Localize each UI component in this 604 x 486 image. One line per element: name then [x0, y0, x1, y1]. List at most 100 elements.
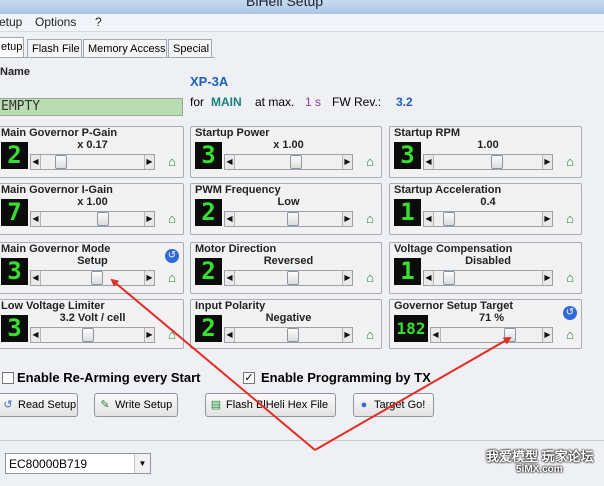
scroll-left-icon[interactable]: ◀: [31, 212, 41, 226]
scroll-right-icon[interactable]: ▶: [542, 328, 552, 342]
param-slider[interactable]: ◀ ▶: [224, 154, 353, 170]
param-slider[interactable]: ◀ ▶: [224, 211, 353, 227]
slider-thumb[interactable]: [443, 271, 455, 285]
scroll-left-icon[interactable]: ◀: [424, 212, 434, 226]
param-slider[interactable]: ◀ ▶: [430, 327, 553, 343]
default-value-icon[interactable]: ⌂: [165, 155, 179, 169]
tab-memory-access[interactable]: Memory Access: [83, 39, 167, 58]
param-slider[interactable]: ◀ ▶: [30, 211, 155, 227]
default-value-icon[interactable]: ⌂: [563, 212, 577, 226]
scroll-right-icon[interactable]: ▶: [144, 155, 154, 169]
default-value-icon[interactable]: ⌂: [363, 155, 377, 169]
window-title: BlHeli Setup: [246, 0, 324, 9]
scroll-right-icon[interactable]: ▶: [342, 271, 352, 285]
slider-thumb[interactable]: [504, 328, 516, 342]
slider-thumb[interactable]: [55, 155, 67, 169]
scroll-right-icon[interactable]: ▶: [144, 328, 154, 342]
param-title: Governor Setup Target: [394, 300, 513, 312]
menu-help[interactable]: ?: [95, 15, 102, 29]
scroll-left-icon[interactable]: ◀: [31, 328, 41, 342]
param-governor-mode: Main Governor Mode 3 Setup ◀ ▶ ⌂ ↺: [0, 242, 184, 294]
reset-icon[interactable]: ↺: [165, 249, 179, 263]
param-title: Main Governor P-Gain: [1, 127, 118, 139]
chevron-down-icon[interactable]: ▼: [134, 454, 150, 473]
slider-thumb[interactable]: [97, 212, 109, 226]
write-setup-button[interactable]: ✎ Write Setup: [94, 393, 178, 417]
scroll-left-icon[interactable]: ◀: [225, 328, 235, 342]
default-value-icon[interactable]: ⌂: [165, 212, 179, 226]
param-i-gain: Main Governor I-Gain 7 x 1.00 ◀ ▶ ⌂: [0, 183, 184, 235]
flash-hex-button[interactable]: ▤ Flash BlHeli Hex File: [205, 393, 336, 417]
param-governor-setup-target: Governor Setup Target 182 71 % ◀ ▶ ⌂ ↺: [389, 299, 582, 349]
target-go-button[interactable]: ● Target Go!: [353, 393, 434, 417]
scroll-right-icon[interactable]: ▶: [144, 271, 154, 285]
scroll-left-icon[interactable]: ◀: [431, 328, 441, 342]
esc-model: XP-3A: [190, 74, 229, 89]
param-display: 3: [1, 258, 28, 285]
scroll-left-icon[interactable]: ◀: [225, 155, 235, 169]
scroll-right-icon[interactable]: ▶: [144, 212, 154, 226]
param-slider[interactable]: ◀ ▶: [224, 270, 353, 286]
tx-programming-checkbox[interactable]: ✓: [243, 372, 255, 384]
read-setup-button[interactable]: ↺ Read Setup: [0, 393, 78, 417]
param-slider[interactable]: ◀ ▶: [224, 327, 353, 343]
default-value-icon[interactable]: ⌂: [563, 271, 577, 285]
param-slider[interactable]: ◀ ▶: [30, 154, 155, 170]
scroll-left-icon[interactable]: ◀: [225, 271, 235, 285]
param-title: Startup Acceleration: [394, 184, 502, 196]
default-value-icon[interactable]: ⌂: [563, 328, 577, 342]
scroll-left-icon[interactable]: ◀: [31, 155, 41, 169]
menu-setup[interactable]: etup: [0, 15, 22, 29]
param-display: 3: [195, 142, 222, 169]
slider-thumb[interactable]: [491, 155, 503, 169]
target-go-label: Target Go!: [374, 399, 426, 411]
menu-options[interactable]: Options: [35, 15, 76, 29]
title-bar: BlHeli Setup: [0, 0, 604, 14]
tab-setup[interactable]: etup: [0, 37, 24, 58]
default-value-icon[interactable]: ⌂: [165, 328, 179, 342]
tab-flash-file[interactable]: Flash File: [27, 39, 82, 58]
default-value-icon[interactable]: ⌂: [363, 212, 377, 226]
reset-icon[interactable]: ↺: [563, 306, 577, 320]
param-slider[interactable]: ◀ ▶: [30, 270, 155, 286]
scroll-left-icon[interactable]: ◀: [424, 155, 434, 169]
slider-thumb[interactable]: [287, 212, 299, 226]
param-title: Voltage Compensation: [394, 243, 513, 255]
name-label: Name: [0, 66, 30, 78]
param-low-voltage-limiter: Low Voltage Limiter 3 3.2 Volt / cell ◀ ▶ ⌂: [0, 299, 184, 349]
scroll-right-icon[interactable]: ▶: [342, 155, 352, 169]
slider-thumb[interactable]: [82, 328, 94, 342]
scroll-left-icon[interactable]: ◀: [225, 212, 235, 226]
rearm-checkbox[interactable]: [2, 372, 14, 384]
slider-thumb[interactable]: [287, 271, 299, 285]
slider-thumb[interactable]: [443, 212, 455, 226]
port-select[interactable]: EC80000B719 ▼: [5, 453, 151, 474]
param-slider[interactable]: ◀ ▶: [30, 327, 155, 343]
param-display: 1: [394, 199, 421, 226]
read-setup-label: Read Setup: [18, 399, 77, 411]
scroll-right-icon[interactable]: ▶: [342, 328, 352, 342]
slider-thumb[interactable]: [287, 328, 299, 342]
tab-special[interactable]: Special: [168, 39, 212, 58]
name-field[interactable]: EMPTY: [0, 98, 183, 116]
scroll-left-icon[interactable]: ◀: [31, 271, 41, 285]
default-value-icon[interactable]: ⌂: [563, 155, 577, 169]
param-slider[interactable]: ◀ ▶: [423, 211, 553, 227]
default-value-icon[interactable]: ⌂: [363, 271, 377, 285]
scroll-right-icon[interactable]: ▶: [542, 271, 552, 285]
param-value: Setup: [77, 255, 108, 267]
param-display: 7: [1, 199, 28, 226]
param-title: Input Polarity: [195, 300, 266, 312]
default-value-icon[interactable]: ⌂: [363, 328, 377, 342]
scroll-right-icon[interactable]: ▶: [342, 212, 352, 226]
param-title: Motor Direction: [195, 243, 277, 255]
param-slider[interactable]: ◀ ▶: [423, 154, 553, 170]
param-display: 3: [394, 142, 421, 169]
param-slider[interactable]: ◀ ▶: [423, 270, 553, 286]
scroll-right-icon[interactable]: ▶: [542, 155, 552, 169]
slider-thumb[interactable]: [290, 155, 302, 169]
slider-thumb[interactable]: [91, 271, 103, 285]
scroll-left-icon[interactable]: ◀: [424, 271, 434, 285]
default-value-icon[interactable]: ⌂: [165, 271, 179, 285]
scroll-right-icon[interactable]: ▶: [542, 212, 552, 226]
